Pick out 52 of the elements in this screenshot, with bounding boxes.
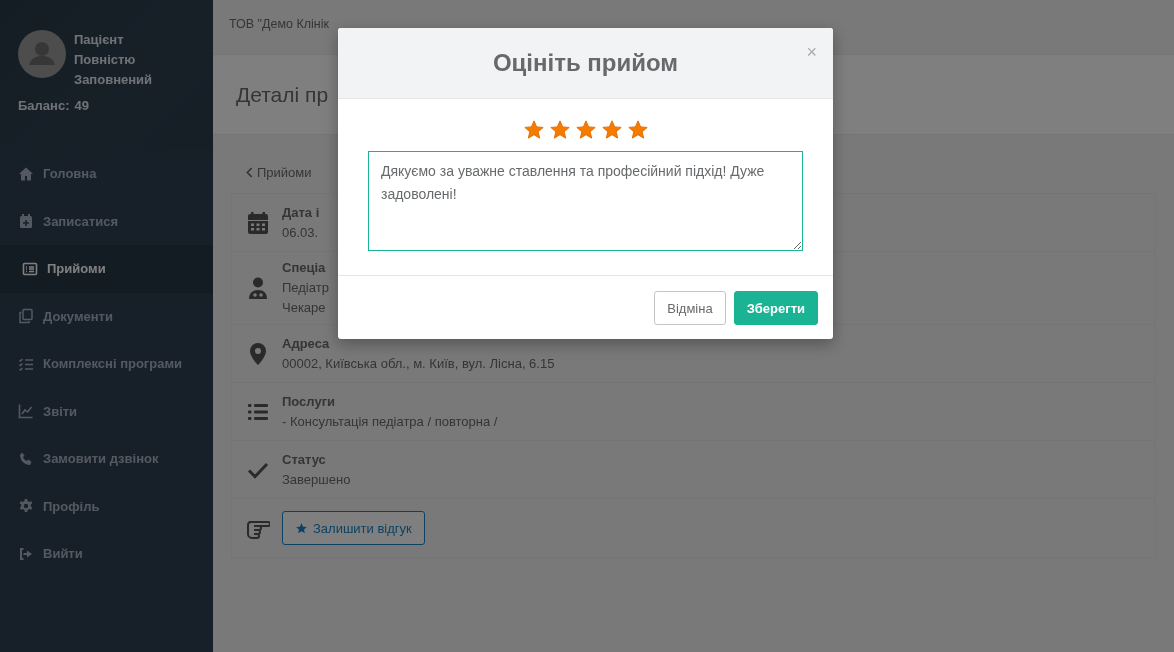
- logout-icon: [18, 545, 34, 562]
- detail-label: Дата і: [282, 203, 320, 222]
- profile-name: Повністю: [74, 51, 137, 69]
- star-icon[interactable]: [548, 119, 571, 141]
- chevron-left-icon: [246, 166, 253, 178]
- detail-label: Послуги: [282, 392, 337, 411]
- detail-value: Чекаре: [282, 299, 327, 317]
- sidebar-item[interactable]: Записатися: [0, 197, 213, 245]
- sidebar-item[interactable]: Профіль: [0, 482, 213, 530]
- leave-review-button[interactable]: Залишити відгук: [282, 511, 425, 545]
- star-icon[interactable]: [626, 119, 649, 141]
- detail-value: - Консультація педіатра / повторна /: [282, 412, 498, 431]
- profile-name: Пацієнт: [74, 31, 125, 49]
- phone-icon: [18, 450, 34, 467]
- star-icon: [295, 521, 308, 535]
- close-button[interactable]: ×: [804, 42, 819, 62]
- profile-name: Заповнений: [74, 71, 153, 89]
- list-icon: [22, 260, 38, 277]
- home-icon: [18, 165, 34, 182]
- save-button[interactable]: Зберегти: [733, 291, 818, 325]
- page-title: Деталі пр: [236, 82, 329, 107]
- calendar-icon: [246, 210, 270, 235]
- star-icon[interactable]: [574, 119, 597, 141]
- company-name: ТОВ "Демо Клінік: [229, 17, 329, 31]
- sidebar-item[interactable]: Вийти: [0, 530, 213, 578]
- sidebar-item[interactable]: Головна: [0, 150, 213, 198]
- calendar-plus-icon: [18, 213, 34, 230]
- gear-icon: [18, 498, 34, 515]
- detail-label: Спеціа: [282, 259, 327, 277]
- detail-value: 06.03.: [282, 223, 320, 242]
- sidebar-item[interactable]: Звіти: [0, 387, 213, 435]
- star-icon[interactable]: [600, 119, 623, 141]
- sidebar-item[interactable]: Замовити дзвінок: [0, 435, 213, 483]
- dialog-title: Оцініть прийом: [492, 49, 679, 77]
- sidebar-item[interactable]: Прийоми: [0, 245, 213, 293]
- back-link[interactable]: Прийоми: [246, 162, 312, 182]
- star-icon[interactable]: [522, 119, 545, 141]
- detail-label: Статус: [282, 450, 327, 469]
- detail-value: Завершено: [282, 470, 351, 489]
- cancel-button[interactable]: Відміна: [654, 291, 726, 325]
- detail-value: 00002, Київська обл., м. Київ, вул. Лісна, 6.15: [282, 354, 555, 373]
- avatar-icon: [18, 30, 66, 78]
- sidebar-item[interactable]: Комплексні програми: [0, 340, 213, 388]
- balance-value: 49: [74, 98, 89, 113]
- documents-icon: [18, 308, 34, 325]
- balance-label: Баланс:: [18, 98, 70, 113]
- detail-label: Адреса: [282, 334, 331, 353]
- comment-field[interactable]: Дякуємо за уважне ставлення та професійний підхід! Дуже задоволені!: [368, 151, 803, 251]
- detail-value: Педіатр: [282, 279, 329, 297]
- doctor-icon: [246, 276, 270, 300]
- star-rating[interactable]: [522, 119, 649, 141]
- chart-icon: [18, 403, 34, 420]
